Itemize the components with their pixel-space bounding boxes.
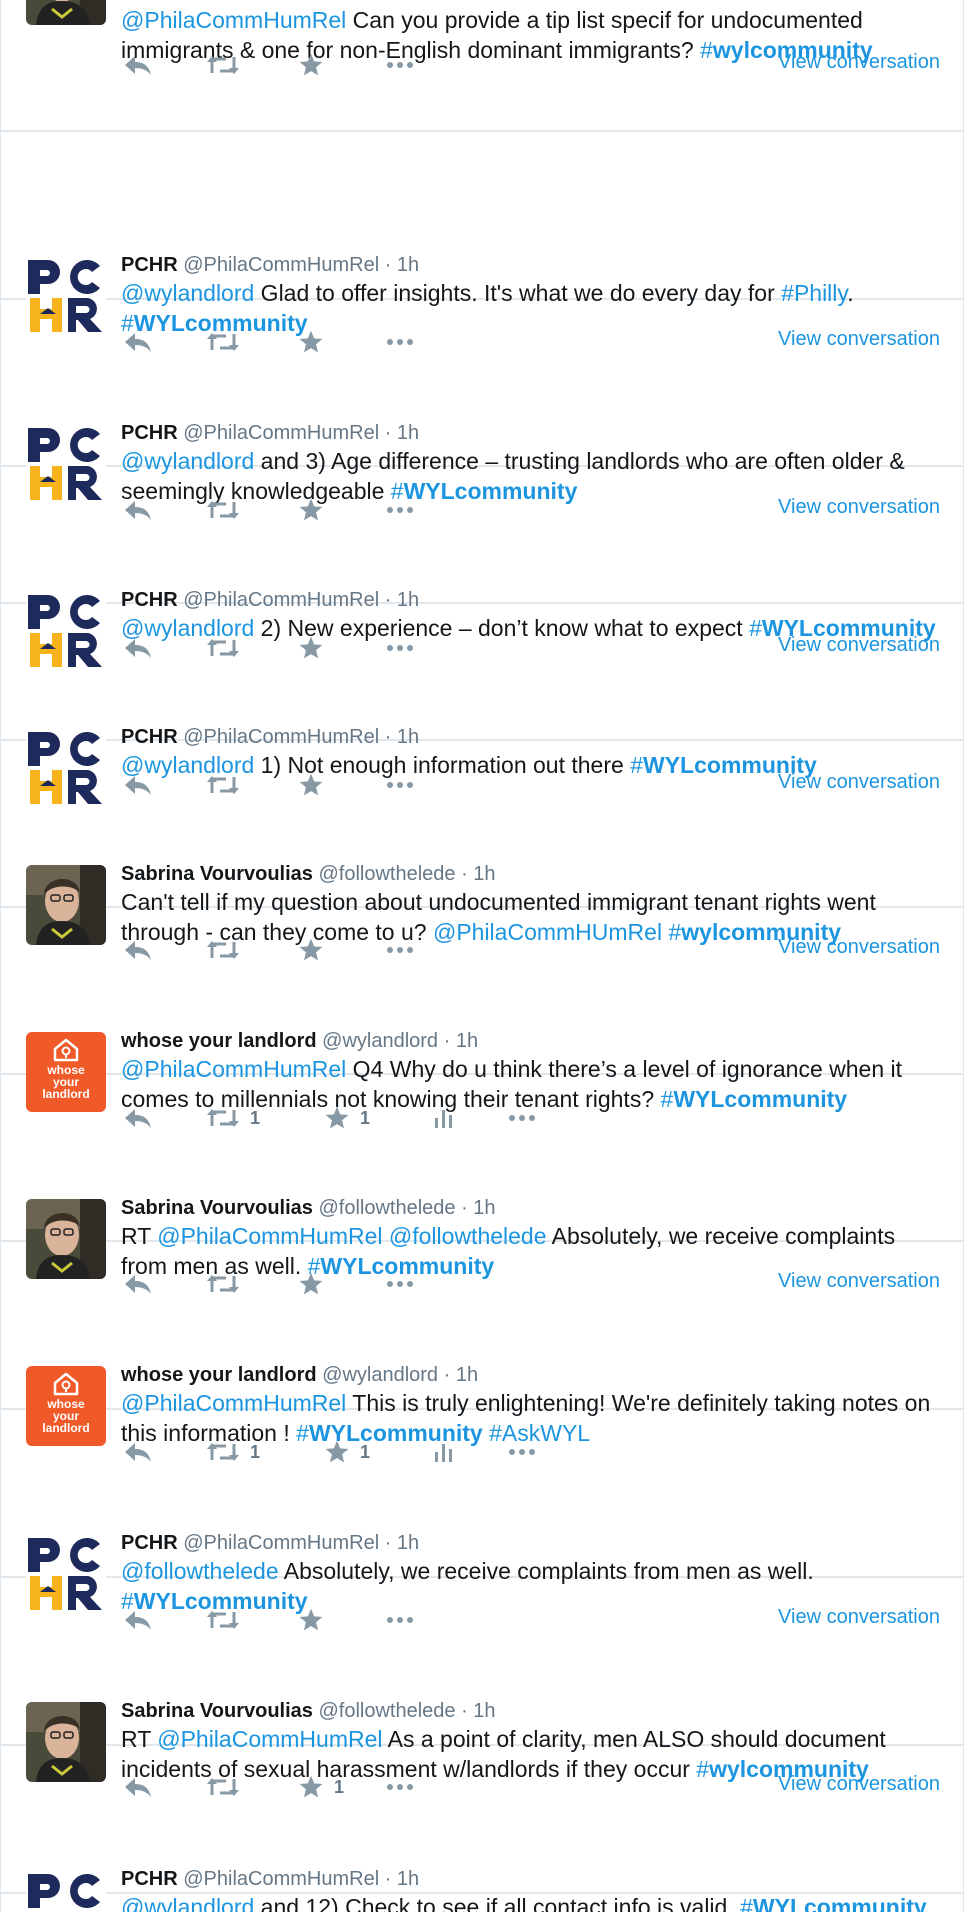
author-name[interactable]: Sabrina Vourvoulias: [121, 1197, 313, 1219]
retweet-icon: [206, 53, 240, 77]
tweet: PCHR @PhilaCommHumRel · 1h @wylandlord an…: [1, 300, 963, 521]
tweet: whose your landlord whose your landlord …: [1, 1242, 963, 1463]
reply-button[interactable]: [123, 49, 153, 81]
avatar[interactable]: [26, 0, 106, 25]
author-handle[interactable]: @followthelede: [318, 1700, 455, 1722]
tweet-header: PCHR @PhilaCommHumRel · 1h: [121, 1530, 940, 1556]
tweet-content: PCHR @PhilaCommHumRel · 1h @wylandlord an…: [121, 1866, 940, 1912]
author-handle[interactable]: @followthelede: [318, 1197, 455, 1219]
reply-icon: [123, 53, 153, 77]
avatar[interactable]: [26, 1870, 106, 1912]
author-name[interactable]: PCHR: [121, 1868, 178, 1890]
tweet: whose your landlord whose your landlord …: [1, 908, 963, 1129]
tweet-header: whose your landlord @wylandlord · 1h: [121, 1362, 940, 1388]
tweet-timestamp[interactable]: · 1h: [461, 863, 495, 885]
author-handle[interactable]: @followthelede: [318, 863, 455, 885]
view-conversation-link[interactable]: View conversation: [778, 51, 940, 74]
tweet: Sabrina Vourvoulias @followthelede · 1h R…: [1, 1075, 963, 1295]
more-button[interactable]: [386, 49, 414, 81]
mention-link[interactable]: @wylandlord: [121, 1894, 254, 1912]
author-handle[interactable]: @PhilaCommHumRel: [183, 254, 379, 276]
author-name[interactable]: Sabrina Vourvoulias: [121, 863, 313, 885]
hashtag-text: WYLcommunity: [752, 1894, 927, 1912]
mention-link[interactable]: @PhilaCommHumRel: [121, 7, 346, 33]
author-name[interactable]: PCHR: [121, 1532, 178, 1554]
retweet-button[interactable]: [206, 49, 240, 81]
author-name[interactable]: Sabrina Vourvoulias: [121, 1700, 313, 1722]
hashtag-symbol: #: [740, 1894, 753, 1912]
tweet-actions: View conversation: [121, 49, 940, 81]
tweet-timestamp[interactable]: · 1h: [461, 1700, 495, 1722]
tweet-header: Sabrina Vourvoulias @followthelede · 1h: [121, 861, 940, 887]
author-handle[interactable]: @PhilaCommHumRel: [183, 1868, 379, 1890]
tweet: PCHR @PhilaCommHumRel · 1h @followthelede…: [1, 1410, 963, 1631]
tweet-timestamp[interactable]: · 1h: [385, 1868, 419, 1890]
tweet-timestamp[interactable]: · 1h: [444, 1364, 478, 1386]
tweet: Sabrina Vourvoulias @followthelede · 1h R…: [1, 1578, 963, 1798]
tweet-header: whose your landlord @wylandlord · 1h: [121, 1028, 940, 1054]
author-handle[interactable]: @wylandlord: [322, 1364, 438, 1386]
tweet-timestamp[interactable]: · 1h: [444, 1030, 478, 1052]
tweet-timestamp[interactable]: · 1h: [385, 254, 419, 276]
tweet-header: PCHR @PhilaCommHumRel · 1h: [121, 1866, 940, 1892]
tweet-header: PCHR @PhilaCommHumRel · 1h: [121, 420, 940, 446]
tweet-timeline: @PhilaCommHumRel Can you provide a tip l…: [0, 0, 964, 1912]
tweet: @PhilaCommHumRel Can you provide a tip l…: [1, 0, 963, 132]
tweet: PCHR @PhilaCommHumRel · 1h @wylandlord 1)…: [1, 604, 963, 808]
tweet-text-segment: and 12) Check to see if all contact info…: [254, 1894, 741, 1912]
tweet-timestamp[interactable]: · 1h: [461, 1197, 495, 1219]
star-icon: [298, 52, 324, 78]
tweet: Sabrina Vourvoulias @followthelede · 1h C…: [1, 741, 963, 961]
tweet-header: Sabrina Vourvoulias @followthelede · 1h: [121, 1195, 940, 1221]
author-name[interactable]: whose your landlord: [121, 1364, 317, 1386]
author-name[interactable]: whose your landlord: [121, 1030, 317, 1052]
tweet-text: @wylandlord and 12) Check to see if all …: [121, 1892, 940, 1912]
tweet: PCHR @PhilaCommHumRel · 1h @wylandlord Gl…: [1, 132, 963, 353]
author-handle[interactable]: @wylandlord: [322, 1030, 438, 1052]
author-handle[interactable]: @PhilaCommHumRel: [183, 422, 379, 444]
tweet-header: PCHR @PhilaCommHumRel · 1h: [121, 252, 940, 278]
hashtag-link[interactable]: #WYLcommunity: [740, 1894, 927, 1912]
tweet: PCHR @PhilaCommHumRel · 1h @wylandlord an…: [1, 1746, 963, 1912]
tweet-timestamp[interactable]: · 1h: [385, 422, 419, 444]
tweet-header: Sabrina Vourvoulias @followthelede · 1h: [121, 1698, 940, 1724]
author-name[interactable]: PCHR: [121, 422, 178, 444]
author-name[interactable]: PCHR: [121, 254, 178, 276]
author-handle[interactable]: @PhilaCommHumRel: [183, 1532, 379, 1554]
more-icon: [386, 60, 414, 70]
like-button[interactable]: [298, 49, 324, 81]
tweet-timestamp[interactable]: · 1h: [385, 1532, 419, 1554]
tweet: PCHR @PhilaCommHumRel · 1h @wylandlord 2)…: [1, 467, 963, 671]
